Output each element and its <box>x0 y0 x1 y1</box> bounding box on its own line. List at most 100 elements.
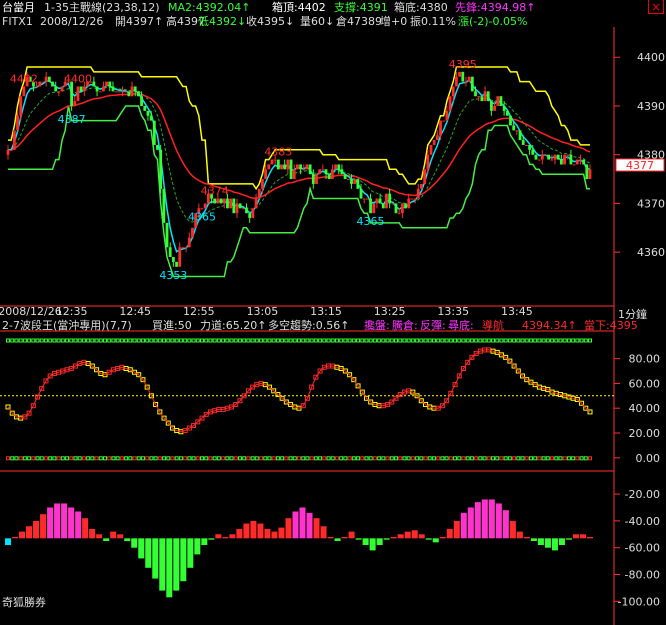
hist-bar <box>474 502 481 539</box>
candle-body <box>162 188 166 223</box>
osc-rail-marker <box>516 338 521 343</box>
candle-body <box>470 76 474 92</box>
osc-rail-marker <box>81 338 86 343</box>
osc-rail-marker <box>73 456 78 461</box>
candle-body <box>232 198 236 214</box>
osc-rail-marker <box>174 338 179 343</box>
osc-rail-marker <box>145 338 150 343</box>
candle-body <box>394 203 398 214</box>
hist-bar <box>117 534 124 539</box>
osc-rail-marker <box>550 338 555 343</box>
osc-rail-marker <box>216 338 221 343</box>
slow-ma-line <box>8 93 591 199</box>
hist-bar <box>565 538 572 540</box>
price-annotation: 4374 <box>201 185 229 198</box>
osc-rail-marker <box>541 338 546 343</box>
osc-rail-marker <box>520 338 525 343</box>
osc-rail-marker <box>503 338 508 343</box>
candle-body <box>12 130 16 150</box>
osc-rail-marker <box>457 338 462 343</box>
quote-low: 低4392↓ <box>198 15 246 28</box>
osc-rail-marker <box>339 456 344 461</box>
osc-rail-marker <box>115 338 120 343</box>
candle-body <box>203 203 207 209</box>
hist-bar <box>509 520 516 539</box>
candle-body <box>286 159 290 170</box>
candle-body <box>41 81 45 83</box>
osc-rail-marker <box>575 456 580 461</box>
candle-body <box>512 125 516 131</box>
quote-oi: 倉47389 <box>336 14 382 28</box>
osc-rail-marker <box>356 456 361 461</box>
candle-body <box>235 203 239 214</box>
candle-body <box>439 120 442 136</box>
candle-body <box>410 198 414 200</box>
time-tick-label: 12:55 <box>183 305 215 318</box>
candle-body <box>563 154 566 165</box>
osc-rail-marker <box>528 338 533 343</box>
candle-body <box>121 91 124 93</box>
osc-rail-marker <box>242 456 247 461</box>
osc-rail-marker <box>575 338 580 343</box>
hist-bar <box>530 538 537 541</box>
candle-body <box>547 154 551 160</box>
hist-bar <box>320 526 327 539</box>
osc-rail-marker <box>35 338 40 343</box>
osc-rail-marker <box>81 456 86 461</box>
osc-rail-marker <box>6 338 10 343</box>
osc-rail-marker <box>178 338 183 343</box>
hist-bar <box>495 503 502 539</box>
osc-rail-marker <box>183 456 188 461</box>
osc-rail-marker <box>208 456 213 461</box>
candle-body <box>238 203 242 209</box>
hist-bar <box>432 538 439 543</box>
osc-rail-marker <box>520 456 525 461</box>
osc-rail-marker <box>583 456 588 461</box>
candle-body <box>35 86 39 88</box>
osc-rail-marker <box>178 456 183 461</box>
hist-tick-label: -40.00 <box>625 515 660 528</box>
candle-body <box>136 91 140 97</box>
candle-body <box>499 96 503 106</box>
hist-tick-label: -100.00 <box>618 595 660 608</box>
osc-rail-marker <box>562 338 567 343</box>
close-button[interactable]: × <box>648 0 664 14</box>
osc-rail-marker <box>170 338 175 343</box>
hist-bar <box>215 534 222 539</box>
osc-rail-marker <box>229 456 234 461</box>
candle-body <box>321 169 325 171</box>
candle-body <box>213 198 217 204</box>
hist-bar <box>89 528 96 539</box>
osc-rail-marker <box>469 456 474 461</box>
candle-body <box>296 164 299 170</box>
hist-bar <box>173 538 180 591</box>
osc-rail-marker <box>124 456 129 461</box>
osc-rail-marker <box>191 456 196 461</box>
hist-bar <box>460 512 467 539</box>
osc-rail-marker <box>465 456 470 461</box>
osc-rail-marker <box>423 456 428 461</box>
osc-rail-marker <box>200 338 204 343</box>
osc-rail-marker <box>225 338 230 343</box>
osc-rebound: 反彈: <box>420 319 446 332</box>
osc-rail-marker <box>410 338 415 343</box>
candle-body <box>359 188 363 199</box>
osc-rail-marker <box>457 456 462 461</box>
hist-bar <box>271 531 278 539</box>
hist-tick-label: -80.00 <box>625 569 660 582</box>
fast-ma-line <box>8 79 591 253</box>
hist-bar <box>19 531 26 539</box>
osc-rail-marker <box>10 456 15 461</box>
candle-body <box>267 164 271 170</box>
osc-rail-marker <box>478 456 483 461</box>
hist-bar <box>446 528 453 539</box>
hist-bar <box>411 530 418 539</box>
histogram-layer: -20.00 -40.00 -60.00 -80.00 -100.00 <box>5 488 660 608</box>
candle-body <box>127 91 131 97</box>
hist-bar <box>537 538 544 546</box>
osc-rail-marker <box>309 338 314 343</box>
hist-bar <box>439 536 446 539</box>
osc-rail-marker <box>495 338 500 343</box>
hist-bar <box>544 538 551 548</box>
osc-rail-marker <box>18 338 23 343</box>
